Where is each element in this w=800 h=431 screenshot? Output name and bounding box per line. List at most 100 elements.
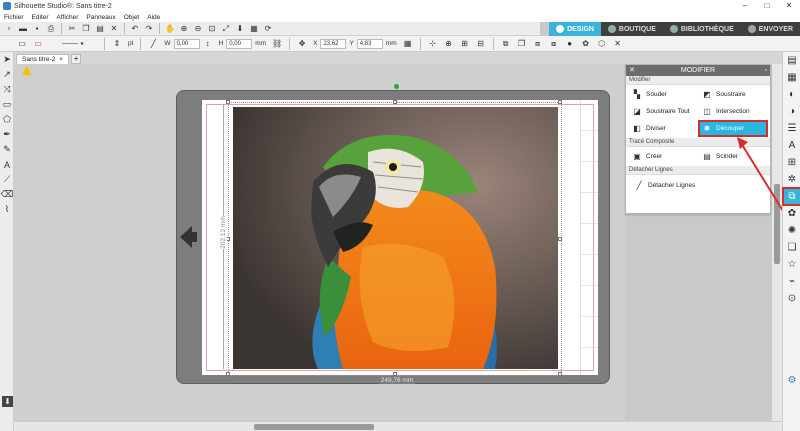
offset-panel-icon[interactable]: ✿ bbox=[783, 205, 800, 222]
line-color-icon[interactable]: ◑ bbox=[783, 103, 800, 120]
pen-tool-icon[interactable]: ✒ bbox=[0, 127, 14, 142]
make-compound-button[interactable]: ▣ Créer bbox=[630, 150, 696, 163]
move-icon[interactable]: ✥ bbox=[296, 38, 308, 50]
tab-design[interactable]: DESIGN bbox=[549, 22, 601, 36]
width-field[interactable]: 0,00 bbox=[173, 38, 200, 49]
star-icon[interactable]: ☆ bbox=[783, 256, 800, 273]
intersect-button[interactable]: ◫ Intersection bbox=[700, 105, 766, 118]
page-icon[interactable]: ▭ bbox=[16, 38, 28, 50]
menu-afficher[interactable]: Afficher bbox=[53, 14, 83, 21]
weld-button[interactable]: ▚ Souder bbox=[630, 88, 696, 101]
layers-icon[interactable]: ❏ bbox=[783, 239, 800, 256]
bring-front-icon[interactable]: ⧈ bbox=[532, 38, 544, 50]
page-setup-icon[interactable]: ▤ bbox=[783, 52, 800, 69]
add-layer-icon[interactable]: ⬇ bbox=[2, 396, 13, 407]
save-icon[interactable]: ▪ bbox=[31, 23, 43, 34]
settings-icon[interactable]: ⚙ bbox=[783, 372, 800, 389]
pan-tool-icon[interactable]: ⤨ bbox=[0, 82, 14, 97]
new-file-icon[interactable]: ▫ bbox=[3, 23, 15, 34]
panel-pin-icon[interactable]: ▫ bbox=[765, 65, 767, 76]
pencil-tool-icon[interactable]: ✎ bbox=[0, 142, 14, 157]
line-style-dropdown[interactable]: ⎯⎯⎯⎯ ▾ bbox=[48, 38, 98, 50]
select-arrow-icon[interactable]: ➤ bbox=[0, 52, 14, 67]
ungroup-icon[interactable]: ❒ bbox=[516, 38, 528, 50]
eyedropper-tool-icon[interactable]: ⌇ bbox=[0, 202, 14, 217]
fill-color-icon[interactable]: ▭ bbox=[32, 38, 44, 50]
y-field[interactable]: 4,83 bbox=[356, 38, 383, 49]
document-tab[interactable]: Sans titre-2 × bbox=[16, 54, 70, 65]
pan-icon[interactable]: ✋ bbox=[164, 23, 176, 34]
redo-icon[interactable]: ↷ bbox=[143, 23, 155, 34]
design-store-icon[interactable]: ▦ bbox=[783, 69, 800, 86]
menu-aide[interactable]: Aide bbox=[143, 14, 164, 21]
menu-panneaux[interactable]: Panneaux bbox=[82, 14, 119, 21]
new-tab-button[interactable]: + bbox=[71, 54, 82, 64]
offset-icon[interactable]: ✿ bbox=[580, 38, 592, 50]
subtract-button[interactable]: ◩ Soustraire bbox=[700, 88, 766, 101]
modify-panel-icon[interactable]: ⧉ bbox=[782, 187, 800, 206]
registration-icon[interactable]: ⊙ bbox=[783, 290, 800, 307]
close-path-icon[interactable]: ✕ bbox=[612, 38, 624, 50]
x-field[interactable]: 23,62 bbox=[320, 38, 347, 49]
text-style-icon[interactable]: A bbox=[783, 137, 800, 154]
crop-button[interactable]: ✹ Découper bbox=[698, 120, 768, 137]
close-window-button[interactable]: ✕ bbox=[778, 0, 800, 12]
replicate-panel-icon[interactable]: ✲ bbox=[783, 171, 800, 188]
fit-page-icon[interactable]: ⬇ bbox=[234, 23, 246, 34]
center-icon[interactable]: ⊕ bbox=[443, 38, 455, 50]
knife-tool-icon[interactable]: ⟋ bbox=[0, 172, 14, 187]
panel-close-icon[interactable]: ✕ bbox=[629, 65, 635, 76]
copy-icon[interactable]: ❐ bbox=[80, 23, 92, 34]
trace-icon[interactable]: ✺ bbox=[783, 222, 800, 239]
point-edit-icon[interactable]: ↗ bbox=[0, 67, 14, 82]
resize-handle[interactable] bbox=[558, 372, 562, 376]
distribute-icon[interactable]: ⊞ bbox=[459, 38, 471, 50]
send-panel-icon[interactable]: ⌁ bbox=[783, 273, 800, 290]
text-tool-icon[interactable]: A bbox=[0, 157, 14, 172]
line-style-icon[interactable]: ☰ bbox=[783, 120, 800, 137]
replicate-icon[interactable]: ⬡ bbox=[596, 38, 608, 50]
scroll-thumb[interactable] bbox=[254, 424, 374, 430]
open-folder-icon[interactable]: ▬ bbox=[17, 23, 29, 34]
align-icon[interactable]: ⊹ bbox=[427, 38, 439, 50]
lock-ratio-icon[interactable]: ⛓ bbox=[271, 38, 283, 50]
rectangle-tool-icon[interactable]: ▭ bbox=[0, 97, 14, 112]
resize-handle[interactable] bbox=[558, 237, 562, 241]
resize-handle[interactable] bbox=[393, 100, 397, 104]
print-icon[interactable]: ⎙ bbox=[45, 23, 57, 34]
cut-icon[interactable]: ✂ bbox=[66, 23, 78, 34]
vertical-scrollbar[interactable] bbox=[771, 64, 782, 421]
selection-box[interactable] bbox=[228, 102, 562, 376]
undo-icon[interactable]: ↶ bbox=[129, 23, 141, 34]
zoom-box-icon[interactable]: ⊡ bbox=[206, 23, 218, 34]
line-tool-icon[interactable]: ╱ bbox=[147, 38, 159, 50]
tab-envoyer[interactable]: ENVOYER bbox=[741, 22, 800, 36]
transform-icon[interactable]: ⊞ bbox=[783, 154, 800, 171]
zoom-out-icon[interactable]: ⊖ bbox=[192, 23, 204, 34]
resize-handle[interactable] bbox=[226, 372, 230, 376]
grid-icon[interactable]: ▦ bbox=[248, 23, 260, 34]
maximize-button[interactable]: □ bbox=[756, 0, 778, 12]
subtract-all-button[interactable]: ◪ Soustraire Tout bbox=[630, 105, 696, 118]
horizontal-scrollbar[interactable] bbox=[14, 421, 782, 431]
close-tab-icon[interactable]: × bbox=[59, 55, 63, 65]
drag-zoom-icon[interactable]: ⤢ bbox=[220, 23, 232, 34]
anchor-icon[interactable]: ▦ bbox=[402, 38, 414, 50]
minimize-button[interactable]: – bbox=[734, 0, 756, 12]
height-field[interactable]: 0,00 bbox=[226, 38, 253, 49]
delete-icon[interactable]: ✕ bbox=[108, 23, 120, 34]
divide-button[interactable]: ◧ Diviser bbox=[630, 122, 696, 135]
menu-fichier[interactable]: Fichier bbox=[0, 14, 28, 21]
menu-objet[interactable]: Objet bbox=[120, 14, 144, 21]
resize-handle[interactable] bbox=[558, 100, 562, 104]
send-back-icon[interactable]: ⧇ bbox=[548, 38, 560, 50]
group-icon[interactable]: ⧉ bbox=[500, 38, 512, 50]
paste-icon[interactable]: ▤ bbox=[94, 23, 106, 34]
rotate-handle[interactable] bbox=[394, 84, 399, 89]
rotate-view-icon[interactable]: ⟳ bbox=[262, 23, 274, 34]
fill-panel-icon[interactable]: ◐ bbox=[783, 86, 800, 103]
weld-toolbar-icon[interactable]: ● bbox=[564, 38, 576, 50]
polygon-tool-icon[interactable]: ⬠ bbox=[0, 112, 14, 127]
space-icon[interactable]: ⊟ bbox=[475, 38, 487, 50]
zoom-in-icon[interactable]: ⊕ bbox=[178, 23, 190, 34]
